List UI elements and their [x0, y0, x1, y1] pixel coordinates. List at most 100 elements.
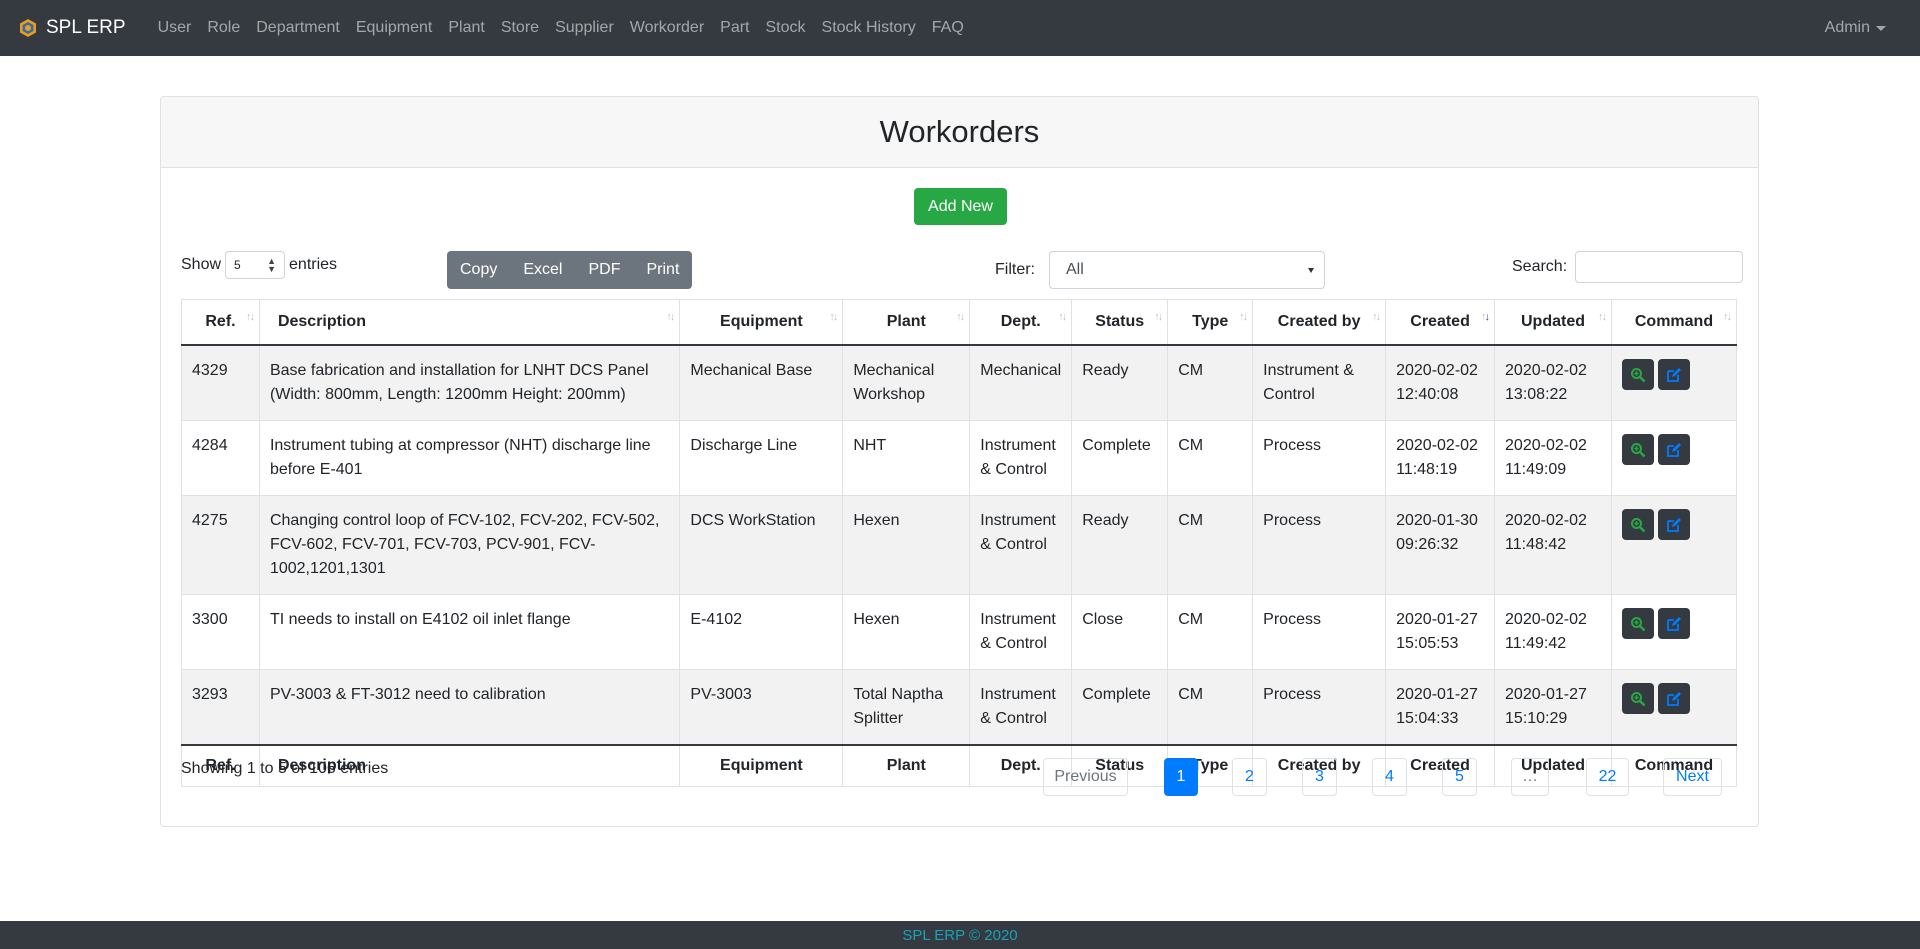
nav-item-role[interactable]: Role — [207, 19, 240, 37]
nav-item-department[interactable]: Department — [256, 19, 340, 37]
cell-type: CM — [1167, 495, 1253, 595]
column-header-ref[interactable]: Ref. ↑↓ — [181, 299, 260, 346]
page-length-select[interactable]: 5 ▲ ▼ — [225, 251, 286, 279]
edit-button[interactable] — [1657, 509, 1690, 540]
column-header-label: Plant — [886, 313, 926, 330]
column-header-created[interactable]: Created ↑↓ — [1385, 299, 1495, 346]
brand[interactable]: SPL ERP — [18, 17, 126, 39]
page-22-button[interactable]: 22 — [1586, 758, 1629, 796]
export-button-group: Copy Excel PDF Print — [447, 251, 693, 289]
nav-item-part[interactable]: Part — [720, 19, 749, 37]
user-menu[interactable]: Admin — [1825, 0, 1886, 56]
sort-arrows-icon: ↑↓ — [1058, 311, 1067, 323]
nav-item-user[interactable]: User — [158, 19, 192, 37]
cell-created-by: Process — [1252, 495, 1386, 595]
pagination-ellipsis: … — [1511, 758, 1549, 796]
view-button[interactable] — [1621, 608, 1654, 639]
column-header-type[interactable]: Type ↑↓ — [1167, 299, 1253, 346]
cell-dept: Instrument & Control — [969, 669, 1072, 745]
nav-item-equipment[interactable]: Equipment — [356, 19, 433, 37]
cell-type: CM — [1167, 420, 1253, 496]
next-page-button[interactable]: Next — [1663, 758, 1722, 796]
column-header-dept[interactable]: Dept. ↑↓ — [969, 299, 1072, 346]
search-label: Search: — [1512, 258, 1568, 275]
cell-description: Base fabrication and installation for LN… — [258, 344, 680, 421]
cell-updated: 2020-02-02 11:48:42 — [1494, 495, 1612, 595]
zoom-in-icon — [1630, 367, 1646, 382]
edit-button[interactable] — [1657, 434, 1690, 465]
edit-icon — [1667, 367, 1681, 382]
page-3-button[interactable]: 3 — [1302, 758, 1337, 796]
cell-equipment: DCS WorkStation — [679, 495, 843, 595]
copy-button[interactable]: Copy — [447, 251, 510, 289]
nav-item-store[interactable]: Store — [501, 19, 539, 37]
cell-status: Close — [1071, 594, 1168, 670]
column-header-label: Description — [277, 313, 366, 330]
cell-updated: 2020-02-02 13:08:22 — [1494, 344, 1612, 421]
pdf-button[interactable]: PDF — [575, 251, 633, 289]
cell-ref: 4275 — [181, 495, 260, 595]
cell-equipment: E-4102 — [679, 594, 843, 670]
cell-created: 2020-01-30 09:26:32 — [1385, 495, 1495, 595]
table-info: Showing 1 to 5 of 106 entries — [181, 760, 389, 777]
nav-item-stock-history[interactable]: Stock History — [822, 19, 916, 37]
view-button[interactable] — [1621, 509, 1654, 540]
column-header-command[interactable]: Command ↑↓ — [1610, 299, 1738, 346]
column-footer-plant: Plant — [842, 744, 970, 787]
column-header-created-by[interactable]: Created by ↑↓ — [1252, 299, 1386, 346]
workorders-card: Workorders Add New Show 5 ▲ ▼ entries Cop… — [160, 96, 1759, 827]
page-2-button[interactable]: 2 — [1232, 758, 1267, 796]
table-row: 4329 Base fabrication and installation fo… — [181, 344, 1738, 421]
top-navbar: SPL ERP User Role Department Equipment Plant… — [0, 0, 1920, 56]
edit-button[interactable] — [1657, 359, 1690, 390]
edit-button[interactable] — [1657, 608, 1690, 639]
sort-arrows-icon: ↑↓ — [1723, 311, 1732, 323]
nav-item-plant[interactable]: Plant — [448, 19, 484, 37]
page-5-button[interactable]: 5 — [1442, 758, 1477, 796]
column-header-label: Status — [1095, 313, 1145, 330]
cell-command — [1610, 594, 1738, 670]
sort-arrows-icon: ↑↓ — [829, 311, 838, 323]
card-header: Workorders — [161, 97, 1758, 168]
page-1-button[interactable]: 1 — [1164, 758, 1198, 796]
print-button[interactable]: Print — [633, 251, 692, 289]
nav-item-supplier[interactable]: Supplier — [555, 19, 614, 37]
user-name: Admin — [1824, 19, 1870, 36]
add-new-button[interactable]: Add New — [914, 188, 1007, 225]
cell-description: Changing control loop of FCV-102, FCV-20… — [258, 495, 680, 595]
view-button[interactable] — [1621, 683, 1654, 714]
column-header-equipment[interactable]: Equipment ↑↓ — [679, 299, 843, 346]
cell-plant: Mechanical Workshop — [842, 344, 970, 421]
previous-page-button[interactable]: Previous — [1043, 758, 1128, 796]
column-header-status[interactable]: Status ↑↓ — [1071, 299, 1168, 346]
workorders-table: Ref. ↑↓ Description ↑↓ Equipment ↑↓ Plant ↑↓ Dep… — [181, 299, 1738, 787]
sort-arrows-icon: ↑↓ — [956, 311, 965, 323]
cell-dept: Instrument & Control — [969, 495, 1072, 595]
brand-name: SPL ERP — [46, 17, 126, 38]
cell-ref: 3293 — [181, 669, 260, 745]
page-4-button[interactable]: 4 — [1372, 758, 1407, 796]
sort-arrows-icon: ↑↓ — [1239, 311, 1248, 323]
view-button[interactable] — [1621, 434, 1654, 465]
column-header-plant[interactable]: Plant ↑↓ — [842, 299, 970, 346]
view-button[interactable] — [1621, 359, 1654, 390]
nav-item-workorder[interactable]: Workorder — [630, 19, 704, 37]
cell-dept: Instrument & Control — [969, 594, 1072, 670]
edit-button[interactable] — [1657, 683, 1690, 714]
cell-equipment: PV-3003 — [679, 669, 843, 745]
column-header-updated[interactable]: Updated ↑↓ — [1494, 299, 1612, 346]
cell-plant: Hexen — [842, 594, 970, 670]
show-label: Show — [181, 256, 222, 273]
sort-arrows-icon: ↑↓ — [245, 311, 255, 323]
cell-command — [1610, 669, 1738, 745]
excel-button[interactable]: Excel — [510, 251, 575, 289]
filter-select[interactable]: All — [1049, 251, 1325, 289]
cell-type: CM — [1167, 594, 1253, 670]
filter-value: All — [1066, 261, 1084, 278]
cell-ref: 4284 — [181, 420, 260, 496]
nav-item-stock[interactable]: Stock — [766, 19, 806, 37]
cell-created-by: Instrument & Control — [1252, 344, 1386, 421]
search-input[interactable] — [1575, 251, 1744, 283]
nav-item-faq[interactable]: FAQ — [932, 19, 964, 37]
column-header-description[interactable]: Description ↑↓ — [258, 299, 680, 346]
